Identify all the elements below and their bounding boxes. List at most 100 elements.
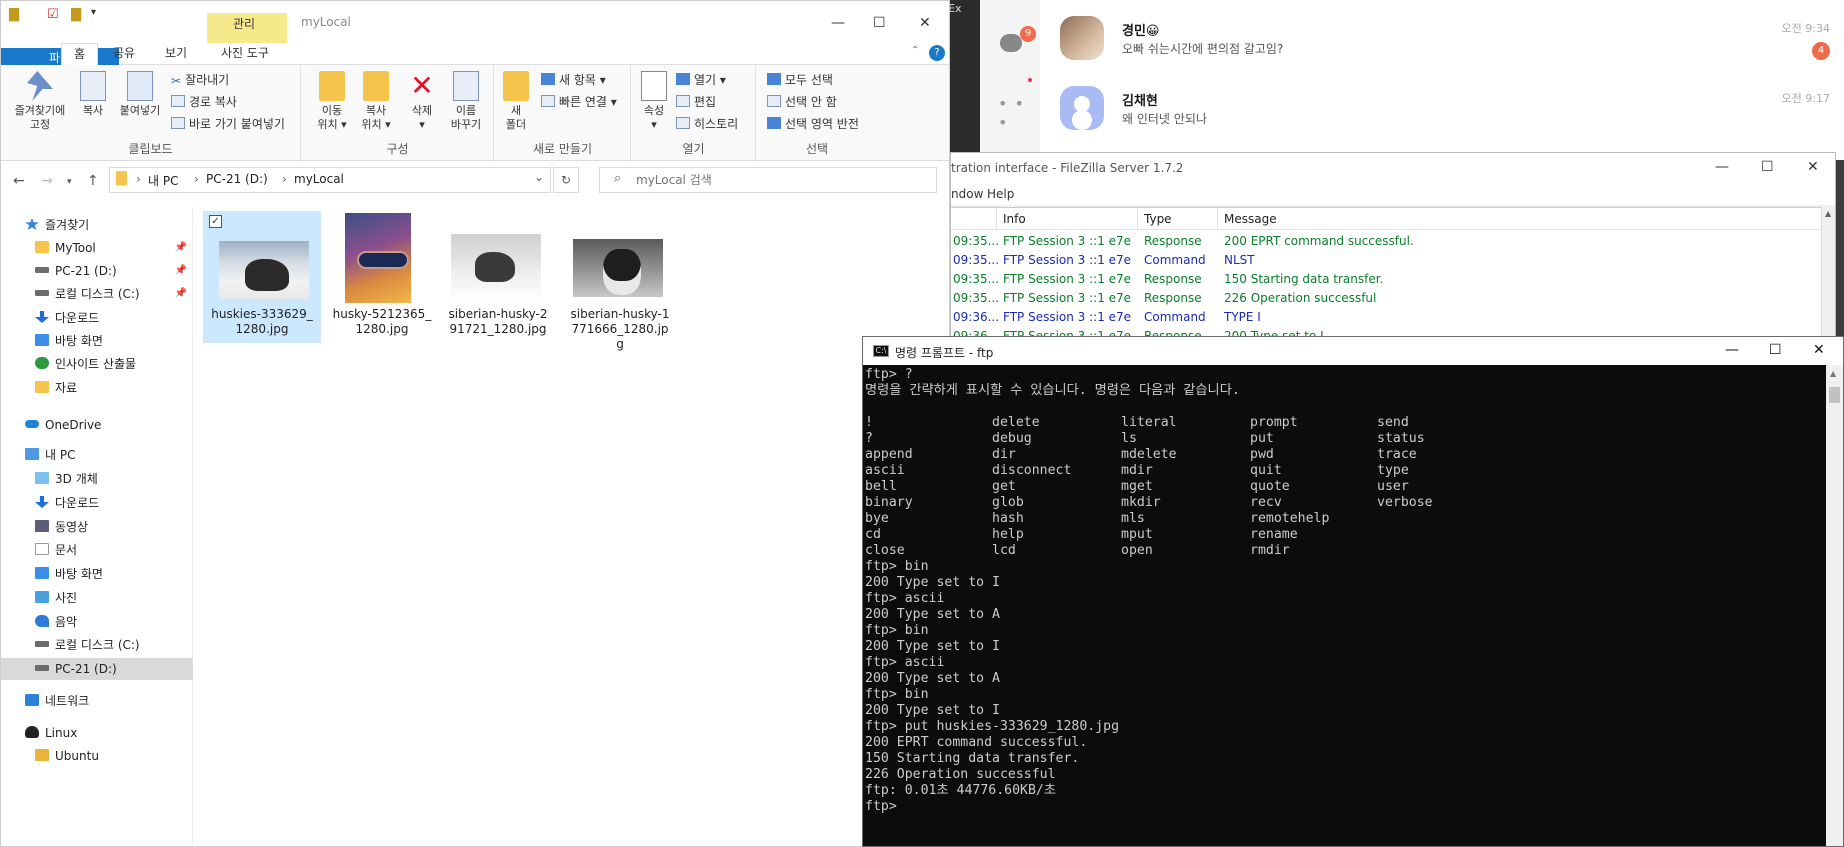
nav-item[interactable]: Ubuntu — [1, 745, 193, 767]
nav-item[interactable]: 내 PC — [1, 444, 193, 466]
nav-item[interactable]: 동영상 — [1, 516, 193, 538]
nav-item[interactable]: 바탕 화면 — [1, 563, 193, 585]
file-item[interactable]: siberian-husky-2 91721_1280.jpg — [439, 211, 557, 343]
breadcrumb-pc[interactable]: 내 PC — [148, 172, 178, 189]
command-prompt-window[interactable]: C:\ 명령 프롬프트 - ftp — ☐ ✕ ftp> ? 명령을 간략하게 표… — [862, 336, 1844, 847]
chat-bubble-icon[interactable] — [1000, 34, 1022, 52]
select-none-button[interactable]: 선택 안 함 — [767, 93, 837, 110]
new-folder-button[interactable]: 새 폴더 — [499, 71, 533, 132]
properties-icon[interactable]: ☑ — [47, 7, 59, 22]
paste-shortcut-button[interactable]: 바로 가기 붙여넣기 — [171, 115, 285, 132]
search-box[interactable]: ⌕ — [599, 167, 937, 193]
nav-item[interactable]: 인사이트 산출물 — [1, 353, 193, 375]
log-row[interactable]: 09:35... FTP Session 3 ::1 e7e Command NLST — [951, 251, 1823, 270]
nav-item[interactable]: PC-21 (D:) 📌 — [1, 260, 193, 282]
log-row[interactable]: 09:35... FTP Session 3 ::1 e7e Response 150… — [951, 270, 1823, 289]
column-type[interactable]: Type — [1144, 212, 1172, 226]
nav-item[interactable]: 3D 개체 — [1, 468, 193, 490]
nav-item[interactable]: 음악 — [1, 611, 193, 633]
nav-item[interactable]: Linux — [1, 722, 193, 744]
log-row[interactable]: 09:35... FTP Session 3 ::1 e7e Response 226… — [951, 289, 1823, 308]
nav-item[interactable]: 다운로드 — [1, 307, 193, 329]
maximize-icon[interactable]: ☐ — [1761, 159, 1774, 175]
properties-button[interactable]: 속성 ▾ — [638, 71, 670, 132]
scroll-thumb[interactable] — [1829, 387, 1840, 403]
vertical-scrollbar[interactable]: ▲ — [1826, 365, 1843, 846]
nav-item[interactable]: OneDrive — [1, 414, 193, 436]
maximize-icon[interactable]: ☐ — [1769, 342, 1782, 358]
nav-item[interactable]: 네트워크 — [1, 690, 193, 712]
scroll-up-icon[interactable]: ▲ — [1830, 369, 1836, 378]
nav-item[interactable]: 바탕 화면 — [1, 330, 193, 352]
tab-picture-tools[interactable]: 사진 도구 — [209, 43, 281, 65]
terminal-output[interactable]: ftp> ? 명령을 간략하게 표시할 수 있습니다. 명령은 다음과 같습니다.… — [865, 367, 1825, 845]
pin-quick-access-button[interactable]: 즐겨찾기에 고정 — [7, 71, 73, 132]
maximize-icon[interactable]: ☐ — [873, 15, 886, 31]
history-button[interactable]: 히스토리 — [676, 115, 738, 132]
column-info[interactable]: Info — [1003, 212, 1026, 226]
nav-item[interactable]: 로컬 디스크 (C:) — [1, 634, 193, 656]
nav-item[interactable]: 즐겨찾기 — [1, 214, 193, 236]
nav-item[interactable]: 문서 — [1, 539, 193, 561]
checkbox-icon[interactable]: ✓ — [209, 215, 222, 228]
menu-help[interactable]: Help — [987, 187, 1014, 201]
file-item[interactable]: siberian-husky-1 771666_1280.jp g — [561, 211, 679, 351]
nav-item[interactable]: 자료 — [1, 377, 193, 399]
help-icon[interactable]: ? — [929, 45, 945, 61]
new-folder-icon[interactable]: ▇ — [71, 7, 81, 22]
edit-button[interactable]: 편집 — [676, 93, 716, 110]
rename-button[interactable]: 이름 바꾸기 — [444, 71, 488, 132]
nav-item[interactable]: MyTool 📌 — [1, 237, 193, 259]
invert-selection-button[interactable]: 선택 영역 반전 — [767, 115, 859, 132]
minimize-icon[interactable]: — — [831, 15, 845, 31]
nav-item[interactable]: PC-21 (D:) — [1, 658, 193, 680]
refresh-icon: ↻ — [560, 173, 572, 187]
chat-list-item[interactable]: 김채현 왜 인터넷 안되나 오전 9:17 — [1060, 80, 1830, 140]
search-input[interactable] — [636, 171, 926, 189]
breadcrumb-folder[interactable]: myLocal — [294, 172, 344, 186]
minimize-icon[interactable]: — — [1715, 159, 1729, 175]
forward-arrow-icon[interactable]: → — [41, 173, 53, 189]
breadcrumb-drive[interactable]: PC-21 (D:) — [206, 172, 268, 186]
column-message[interactable]: Message — [1224, 212, 1277, 226]
chevron-down-icon[interactable]: ⌄ — [534, 170, 544, 184]
up-arrow-icon[interactable]: ↑ — [87, 173, 99, 189]
chat-list-item[interactable]: 경민😀 오빠 쉬는시간에 편의점 갈고임? 오전 9:34 4 — [1060, 10, 1830, 70]
file-item[interactable]: ✓ huskies-333629_ 1280.jpg — [203, 211, 321, 343]
more-icon[interactable]: • • • — [998, 94, 1040, 132]
paste-button[interactable]: 붙여넣기 — [115, 71, 165, 118]
refresh-button[interactable]: ↻ — [553, 167, 579, 193]
delete-button[interactable]: ✕ 삭제 ▾ — [402, 71, 442, 132]
select-all-button[interactable]: 모두 선택 — [767, 71, 833, 88]
nav-item[interactable]: 사진 — [1, 587, 193, 609]
close-icon[interactable]: ✕ — [1807, 159, 1819, 175]
new-item-button[interactable]: 새 항목 ▾ — [541, 71, 606, 88]
close-icon[interactable]: ✕ — [1813, 342, 1825, 358]
log-row[interactable]: 09:36... FTP Session 3 ::1 e7e Command TYPE… — [951, 308, 1823, 327]
cut-button[interactable]: ✂ 잘라내기 — [171, 71, 229, 88]
recent-locations-icon[interactable]: ▾ — [67, 177, 72, 187]
open-button[interactable]: 열기 ▾ — [676, 71, 726, 88]
minimize-icon[interactable]: — — [1725, 342, 1739, 358]
customize-toolbar-icon[interactable]: ▾ — [91, 7, 96, 18]
image-thumbnail — [345, 213, 411, 303]
tab-home[interactable]: 홈 — [61, 43, 99, 65]
file-item[interactable]: husky-5212365_ 1280.jpg — [323, 211, 441, 343]
easy-access-button[interactable]: 빠른 연결 ▾ — [541, 93, 617, 110]
move-to-button[interactable]: 이동 위치 ▾ — [310, 71, 354, 132]
back-arrow-icon[interactable]: ← — [13, 173, 25, 189]
nav-item[interactable]: 다운로드 — [1, 492, 193, 514]
log-row[interactable]: 09:35... FTP Session 3 ::1 e7e Response 200… — [951, 232, 1823, 251]
easy-access-icon — [541, 95, 555, 107]
copy-path-button[interactable]: 경로 복사 — [171, 93, 237, 110]
copy-to-button[interactable]: 복사 위치 ▾ — [354, 71, 398, 132]
close-icon[interactable]: ✕ — [919, 15, 931, 31]
tab-share[interactable]: 공유 — [101, 43, 147, 65]
tab-view[interactable]: 보기 — [153, 43, 199, 65]
nav-item[interactable]: 로컬 디스크 (C:) 📌 — [1, 283, 193, 305]
scroll-up-icon[interactable]: ▲ — [1825, 209, 1831, 218]
menu-window[interactable]: ndow — [951, 187, 983, 201]
address-bar[interactable]: ▇ › 내 PC › PC-21 (D:) › myLocal ⌄ — [109, 167, 551, 193]
copy-button[interactable]: 복사 — [75, 71, 111, 118]
collapse-ribbon-icon[interactable]: ⌃ — [911, 45, 919, 56]
